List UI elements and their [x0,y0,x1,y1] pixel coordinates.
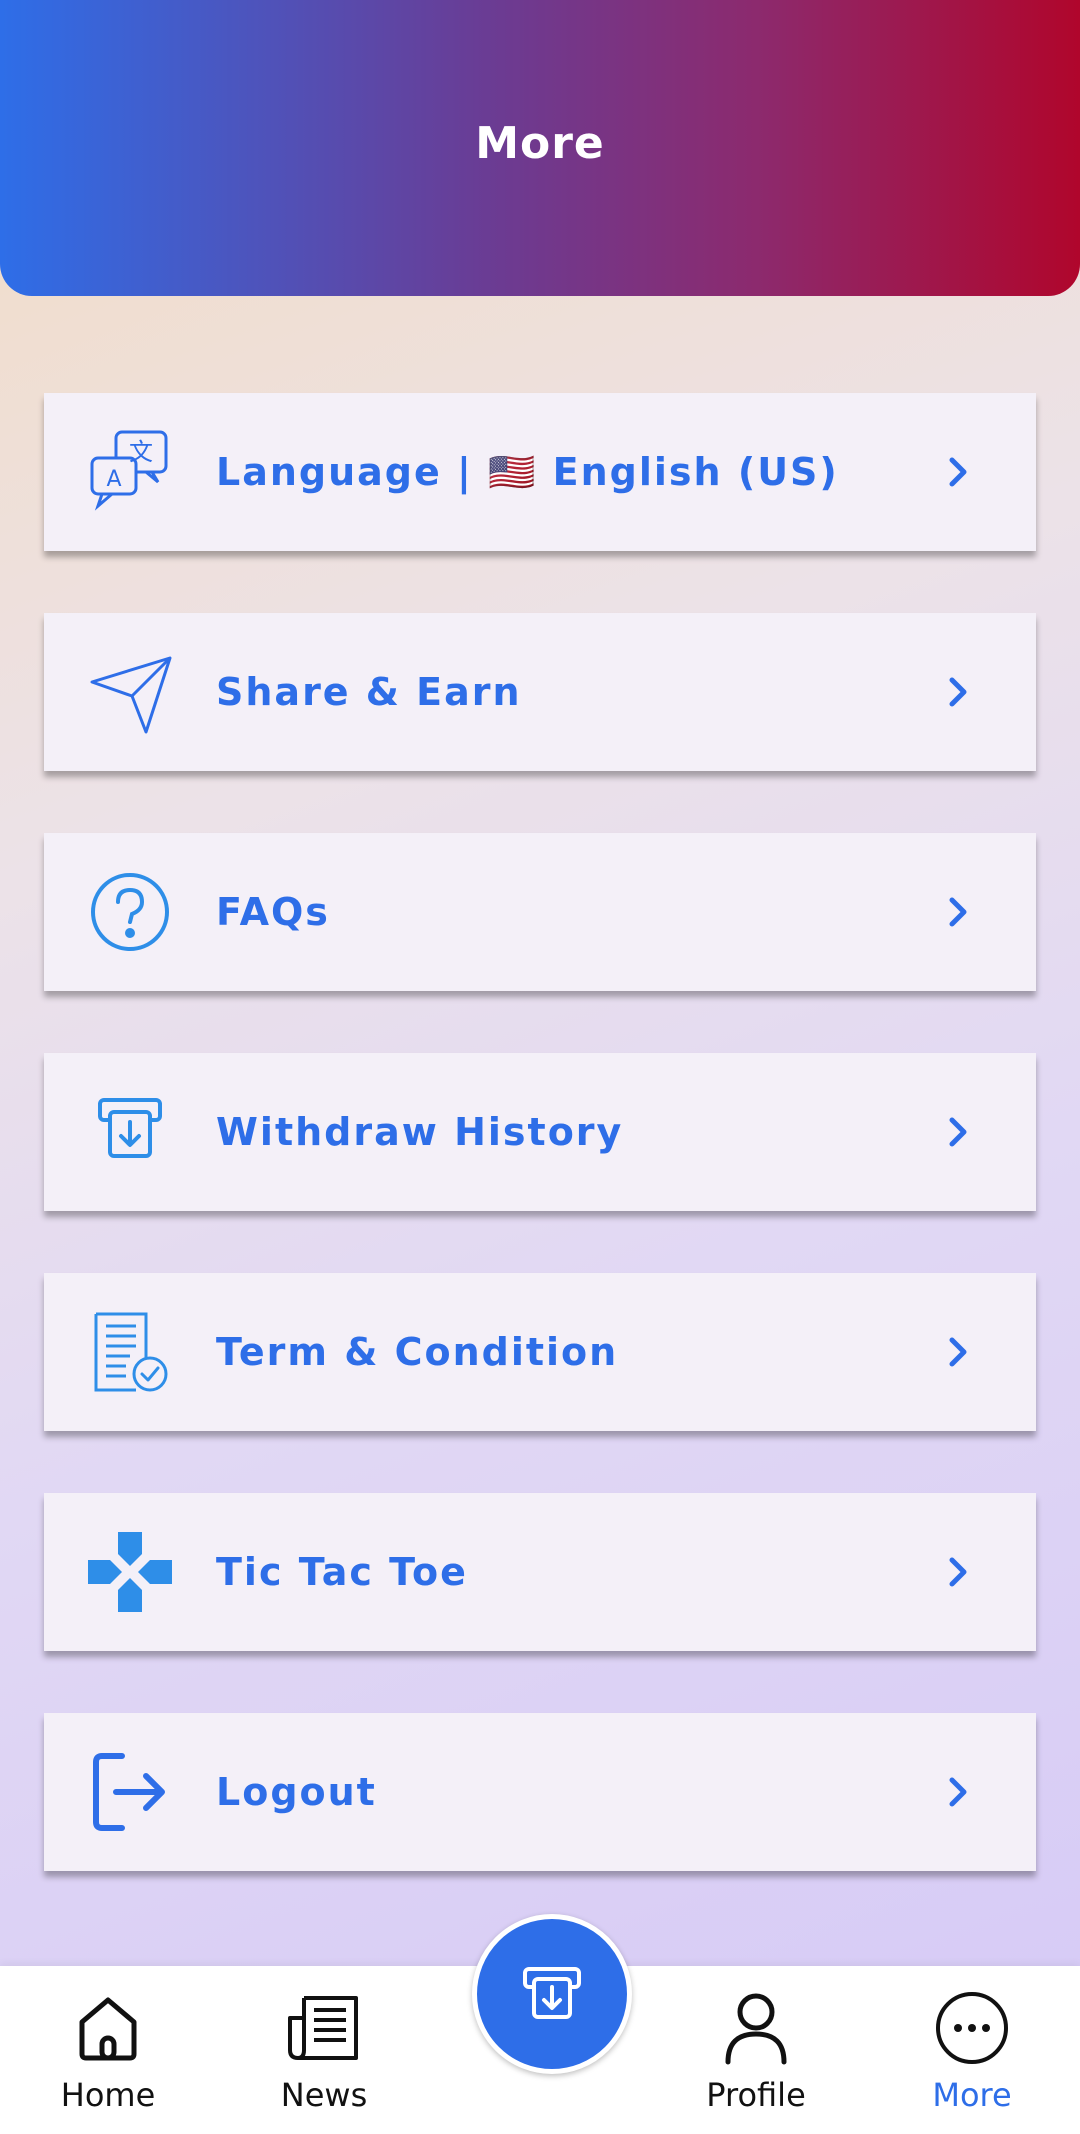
nav-label: Home [60,2076,156,2114]
svg-text:文: 文 [129,438,153,466]
menu-item-label: Tic Tac Toe [216,1550,468,1594]
menu-item-label: Logout [216,1770,377,1814]
newspaper-icon [288,1996,358,2060]
chevron-right-icon [949,1117,967,1147]
withdraw-icon [523,1967,581,2019]
withdraw-icon [86,1088,174,1176]
chevron-right-icon [949,897,967,927]
chevron-right-icon [949,677,967,707]
menu-item-label: FAQs [216,890,330,934]
menu-item-logout[interactable]: Logout [44,1713,1036,1871]
chevron-right-icon [949,457,967,487]
menu-item-share-earn[interactable]: Share & Earn [44,613,1036,771]
question-circle-icon [86,868,174,956]
menu-item-terms[interactable]: Term & Condition [44,1273,1036,1431]
menu-item-label: Withdraw History [216,1110,624,1154]
menu-item-withdraw-history[interactable]: Withdraw History [44,1053,1036,1211]
nav-item-home[interactable]: Home [28,1988,188,2128]
chevron-right-icon [949,1337,967,1367]
chevron-right-icon [949,1777,967,1807]
header: More [0,0,1080,296]
nav-label: More [932,2076,1012,2114]
menu-item-tic-tac-toe[interactable]: Tic Tac Toe [44,1493,1036,1651]
document-check-icon [86,1308,174,1396]
menu-item-label: Language | 🇺🇸 English (US) [216,450,839,494]
page-title: More [475,118,605,169]
user-icon [725,1993,787,2065]
paper-plane-icon [86,648,174,736]
svg-text:A: A [106,467,121,492]
nav-item-more[interactable]: More [892,1988,1052,2128]
menu-item-faqs[interactable]: FAQs [44,833,1036,991]
chevron-right-icon [949,1557,967,1587]
nav-item-news[interactable]: News [244,1988,404,2128]
menu-item-label: Term & Condition [216,1330,619,1374]
translate-icon: 文 A [86,428,174,516]
home-icon [79,1997,137,2061]
nav-label: Profile [706,2076,806,2114]
more-dots-icon [936,1992,1008,2064]
menu-list: 文 A Language | 🇺🇸 English (US) Share & E… [44,393,1036,1933]
nav-label: News [280,2076,368,2114]
logout-icon [86,1748,174,1836]
menu-item-language[interactable]: 文 A Language | 🇺🇸 English (US) [44,393,1036,551]
menu-item-label: Share & Earn [216,670,522,714]
game-cross-icon [86,1528,174,1616]
nav-item-profile[interactable]: Profile [676,1988,836,2128]
withdraw-fab-button[interactable] [472,1914,632,2074]
